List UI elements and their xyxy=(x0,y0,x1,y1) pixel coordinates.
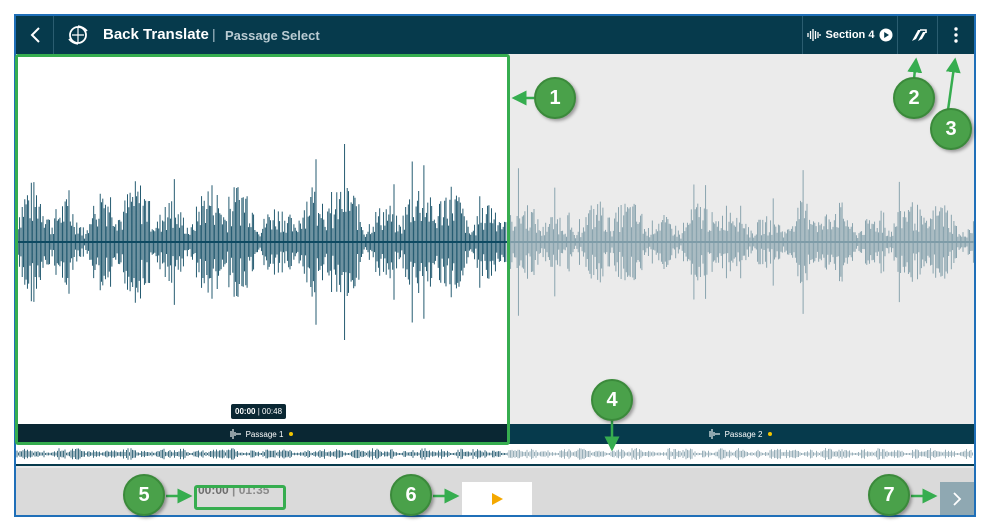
callout-5: 5 xyxy=(123,474,165,516)
page-subtitle: Passage Select xyxy=(225,28,320,43)
passage-2-label-bar: Passage 2 xyxy=(507,424,974,444)
callout-1: 1 xyxy=(534,77,576,119)
callout-3: 3 xyxy=(930,108,972,150)
back-button[interactable] xyxy=(16,16,54,54)
app-globe-icon xyxy=(68,25,88,45)
callout-2: 2 xyxy=(893,77,935,119)
waveform-icon xyxy=(806,29,821,41)
waveform-marker-icon xyxy=(709,429,720,439)
chevron-right-icon xyxy=(953,491,962,506)
annotation-box-time xyxy=(194,485,286,510)
more-vertical-icon xyxy=(954,27,958,43)
section-play-button[interactable]: Section 4 xyxy=(802,16,898,54)
play-button[interactable] xyxy=(462,482,532,515)
callout-6: 6 xyxy=(390,474,432,516)
page-title: Back Translate xyxy=(103,26,209,43)
passage-2-label: Passage 2 xyxy=(724,429,763,439)
section-label: Section 4 xyxy=(825,29,875,41)
chevron-left-icon xyxy=(30,27,40,43)
top-bar: Back Translate | Passage Select Section … xyxy=(16,16,974,54)
status-dot xyxy=(768,432,773,436)
more-menu-button[interactable] xyxy=(938,16,974,54)
annotation-box-passage xyxy=(15,54,510,445)
callout-4: 4 xyxy=(591,379,633,421)
overview-waveform xyxy=(16,448,973,460)
navigate-icon xyxy=(911,29,927,41)
play-circle-icon xyxy=(879,28,893,42)
navigate-button[interactable] xyxy=(900,16,938,54)
play-icon xyxy=(492,492,503,505)
callout-7: 7 xyxy=(868,474,910,516)
passage-2-waveform xyxy=(507,168,974,316)
waveform-overview[interactable] xyxy=(16,444,974,466)
title-separator: | xyxy=(212,26,216,42)
next-button[interactable] xyxy=(940,482,974,515)
